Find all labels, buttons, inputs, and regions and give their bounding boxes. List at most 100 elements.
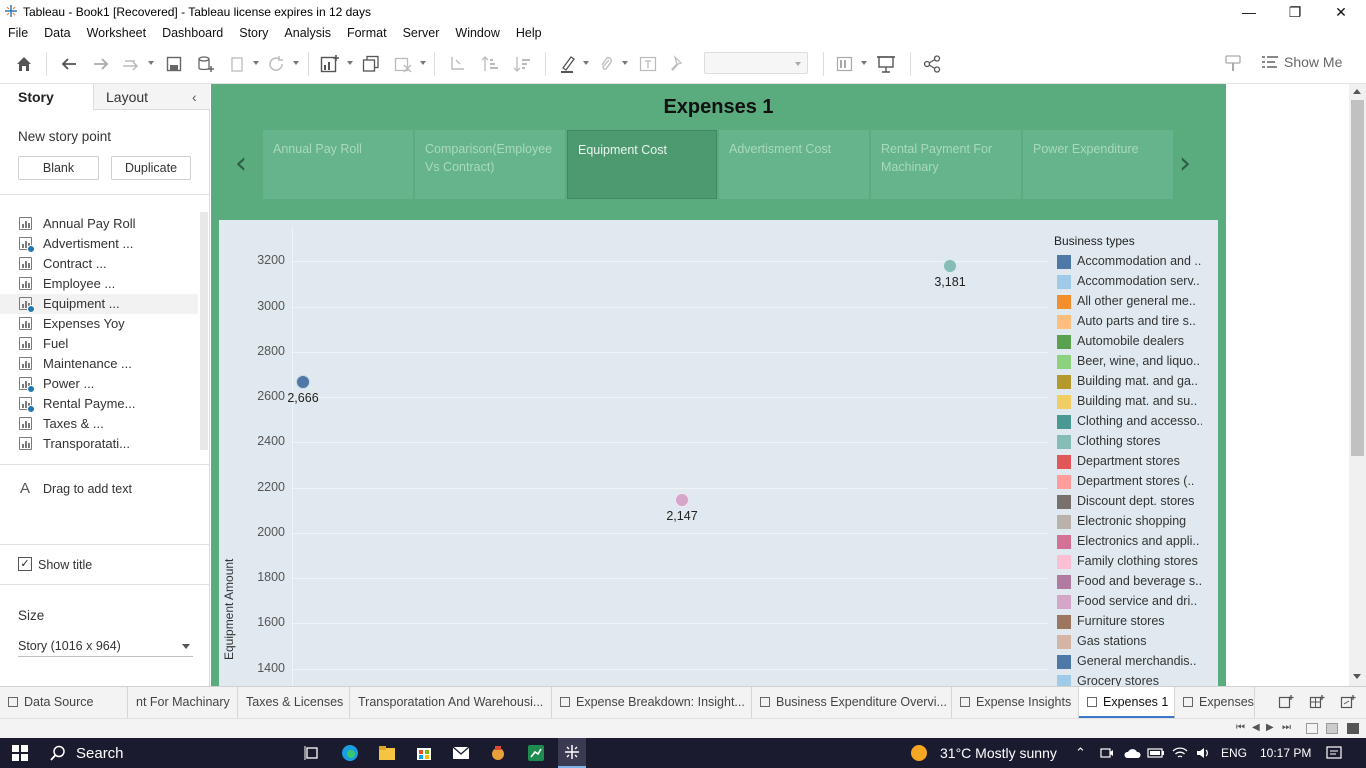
weather-text[interactable]: 31°C Mostly sunny: [940, 743, 1057, 763]
menu-window[interactable]: Window: [447, 24, 507, 44]
duplicate-sheet-icon[interactable]: [361, 54, 381, 74]
story-point[interactable]: Advertisment Cost: [719, 130, 869, 199]
tableau-taskbar-icon[interactable]: [558, 738, 586, 768]
mail-icon[interactable]: [451, 743, 471, 763]
scrollbar-thumb[interactable]: [1351, 100, 1364, 456]
drag-to-add-text[interactable]: Drag to add text: [43, 482, 132, 496]
menu-data[interactable]: Data: [36, 24, 78, 44]
size-dropdown[interactable]: Story (1016 x 964): [18, 637, 193, 657]
sheet-tab[interactable]: Expense Insights: [952, 687, 1079, 719]
clock[interactable]: 10:17 PM: [1260, 743, 1311, 763]
menu-analysis[interactable]: Analysis: [276, 24, 339, 44]
taskbar-search-label[interactable]: Search: [76, 743, 124, 763]
menu-help[interactable]: Help: [508, 24, 550, 44]
new-story-tab-icon[interactable]: [1340, 694, 1356, 713]
redo-icon[interactable]: [91, 54, 111, 74]
windows-start-icon[interactable]: [10, 743, 30, 763]
show-cards-icon[interactable]: [836, 54, 856, 74]
edge-browser-icon[interactable]: [340, 743, 360, 763]
sheet-tab[interactable]: Expenses 2: [1175, 687, 1255, 719]
replay-icon[interactable]: [121, 54, 141, 74]
show-me-button[interactable]: Show Me: [1262, 54, 1342, 70]
search-icon[interactable]: [48, 743, 68, 763]
volume-icon[interactable]: [1193, 743, 1213, 763]
blank-button[interactable]: Blank: [18, 156, 99, 180]
tab-story[interactable]: Story: [0, 84, 93, 110]
legend-item[interactable]: Department stores (..: [1057, 472, 1217, 492]
menu-story[interactable]: Story: [231, 24, 276, 44]
menu-server[interactable]: Server: [395, 24, 448, 44]
sheet-list-item[interactable]: Maintenance ...: [0, 354, 198, 374]
refresh-icon[interactable]: [266, 54, 286, 74]
legend-item[interactable]: Accommodation and ..: [1057, 252, 1217, 272]
menu-dashboard[interactable]: Dashboard: [154, 24, 231, 44]
menu-file[interactable]: File: [0, 24, 36, 44]
pin-icon[interactable]: [667, 54, 687, 74]
notifications-icon[interactable]: [1324, 743, 1344, 763]
legend-item[interactable]: Clothing stores: [1057, 432, 1217, 452]
story-point[interactable]: Power Expenditure: [1023, 130, 1173, 199]
story-point[interactable]: Annual Pay Roll: [263, 130, 413, 199]
sheet-list-item[interactable]: Employee ...: [0, 274, 198, 294]
menu-worksheet[interactable]: Worksheet: [79, 24, 155, 44]
duplicate-button[interactable]: Duplicate: [111, 156, 191, 180]
clear-sheet-icon[interactable]: [393, 54, 413, 74]
collapse-pane-icon[interactable]: ‹: [192, 89, 197, 105]
sheet-list-item[interactable]: Rental Payme...: [0, 394, 198, 414]
sheet-list-item[interactable]: Power ...: [0, 374, 198, 394]
maximize-button[interactable]: ❐: [1272, 0, 1318, 24]
legend-item[interactable]: Clothing and accesso..: [1057, 412, 1217, 432]
next-sheet-icon[interactable]: ▶: [1266, 722, 1274, 733]
story-point[interactable]: Rental Payment For Machinary: [871, 130, 1021, 199]
legend-item[interactable]: Beer, wine, and liquo..: [1057, 352, 1217, 372]
legend-item[interactable]: Auto parts and tire s..: [1057, 312, 1217, 332]
data-point[interactable]: [675, 492, 689, 507]
sheet-tab[interactable]: Taxes & Licenses: [238, 687, 350, 719]
sheet-tab[interactable]: Expense Breakdown: Insight...: [552, 687, 752, 719]
close-button[interactable]: ✕: [1318, 0, 1364, 24]
onedrive-cloud-icon[interactable]: [1122, 743, 1142, 763]
legend-item[interactable]: Automobile dealers: [1057, 332, 1217, 352]
legend-item[interactable]: Gas stations: [1057, 632, 1217, 652]
fit-dropdown[interactable]: [704, 52, 808, 74]
language-indicator[interactable]: ENG: [1221, 743, 1247, 763]
new-worksheet-tab-icon[interactable]: [1278, 694, 1294, 713]
battery-icon[interactable]: [1146, 743, 1166, 763]
show-filmstrip-icon[interactable]: [1306, 723, 1318, 734]
excel-icon[interactable]: [526, 743, 546, 763]
legend-item[interactable]: General merchandis..: [1057, 652, 1217, 672]
menu-format[interactable]: Format: [339, 24, 395, 44]
file-explorer-icon[interactable]: [377, 743, 397, 763]
legend-item[interactable]: Electronic shopping: [1057, 512, 1217, 532]
game-icon[interactable]: [488, 743, 508, 763]
new-dashboard-tab-icon[interactable]: [1309, 694, 1325, 713]
legend-item[interactable]: Department stores: [1057, 452, 1217, 472]
store-icon[interactable]: [414, 743, 434, 763]
sort-ascending-icon[interactable]: [480, 54, 500, 74]
undo-icon[interactable]: [59, 54, 79, 74]
scroll-down-icon[interactable]: [1353, 674, 1361, 679]
attach-icon[interactable]: [596, 54, 616, 74]
sheet-list-item[interactable]: Annual Pay Roll: [0, 214, 198, 234]
sheet-tab[interactable]: Transporatation And Warehousi...: [350, 687, 552, 719]
legend-item[interactable]: Furniture stores: [1057, 612, 1217, 632]
data-point[interactable]: [943, 258, 957, 273]
new-worksheet-icon[interactable]: [320, 54, 340, 74]
format-painter-icon[interactable]: [1224, 54, 1244, 74]
sheet-list-item[interactable]: Taxes & ...: [0, 414, 198, 434]
sheet-list-item[interactable]: Advertisment ...: [0, 234, 198, 254]
sheet-list-item[interactable]: Equipment ...: [0, 294, 198, 314]
vertical-scrollbar[interactable]: [1349, 84, 1366, 686]
presentation-mode-icon[interactable]: [876, 54, 896, 74]
show-tabs-icon[interactable]: [1326, 723, 1338, 734]
last-sheet-icon[interactable]: ⏭: [1282, 722, 1291, 733]
new-data-source-icon[interactable]: [196, 54, 216, 74]
legend-item[interactable]: Grocery stores: [1057, 672, 1217, 686]
previous-sheet-icon[interactable]: ◀: [1252, 722, 1260, 733]
next-story-point-icon[interactable]: ›: [1179, 146, 1191, 181]
show-sheet-sorter-icon[interactable]: [1347, 723, 1359, 734]
text-label-icon[interactable]: [638, 54, 658, 74]
tray-chevron-up-icon[interactable]: ⌃: [1075, 743, 1086, 763]
sheet-tab[interactable]: nt For Machinary: [128, 687, 238, 719]
sheet-list-item[interactable]: Transporatati...: [0, 434, 198, 454]
